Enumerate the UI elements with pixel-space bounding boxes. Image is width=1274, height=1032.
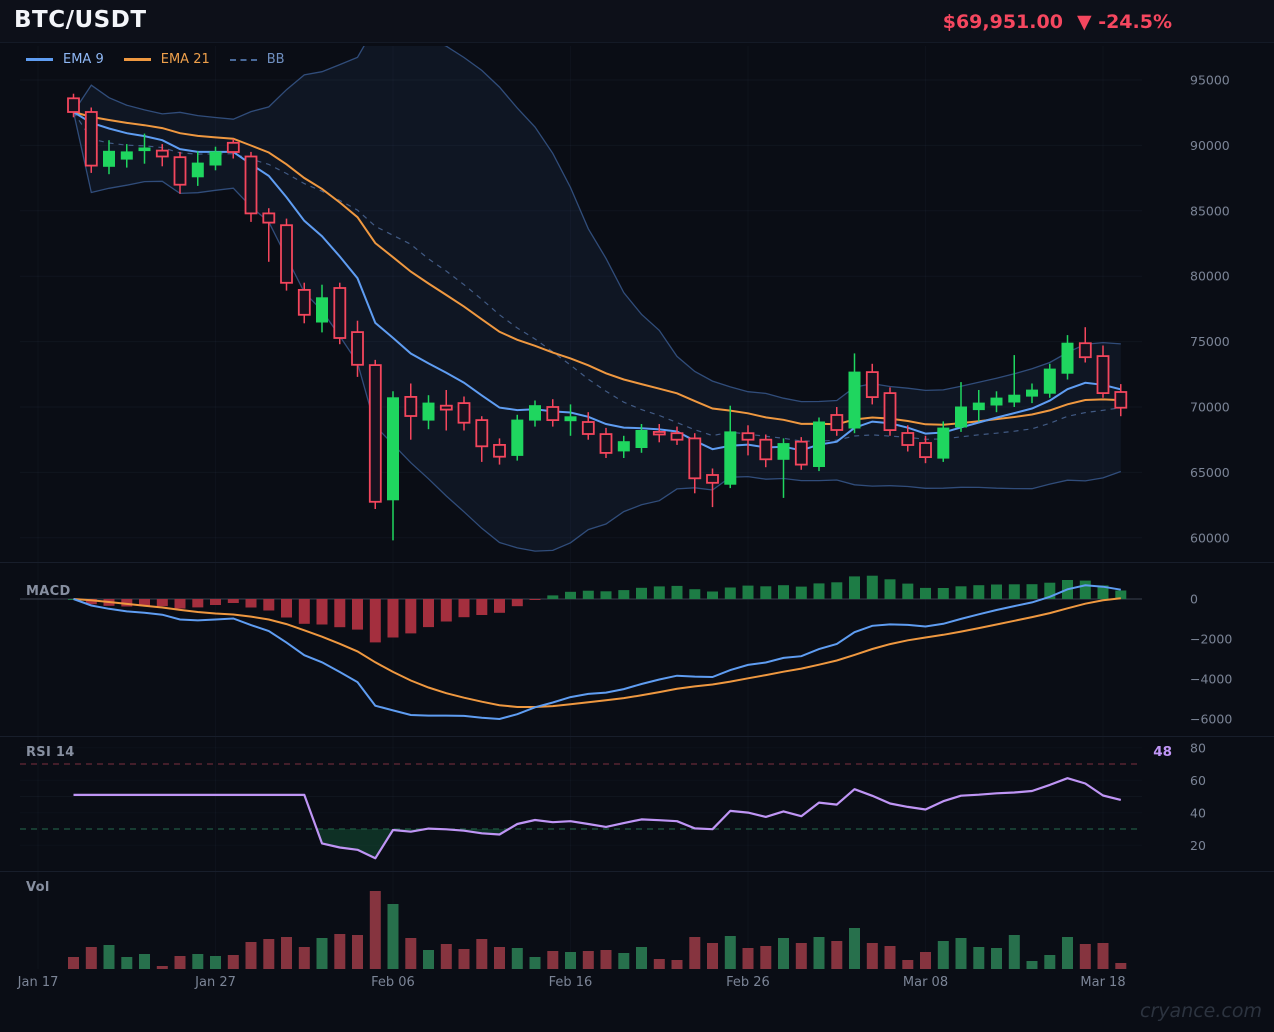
svg-text:Mar 08: Mar 08 <box>903 975 948 990</box>
svg-text:60: 60 <box>1190 773 1206 788</box>
svg-text:80: 80 <box>1190 740 1206 755</box>
svg-text:90000: 90000 <box>1190 138 1230 153</box>
svg-text:20: 20 <box>1190 838 1206 853</box>
macd-line <box>73 584 1121 721</box>
svg-text:95000: 95000 <box>1190 73 1230 88</box>
macd-histogram <box>68 575 1127 643</box>
rsi-panel <box>20 747 1142 860</box>
macd-signal-line <box>73 597 1121 708</box>
rsi-oversold-fill <box>73 829 1121 859</box>
svg-text:Jan 17: Jan 17 <box>17 975 59 990</box>
panel-separators <box>0 562 1274 872</box>
chart-canvas[interactable]: 95000 90000 85000 80000 75000 70000 65000 60000… <box>0 0 1274 1032</box>
svg-text:−4000: −4000 <box>1190 672 1232 687</box>
svg-text:−6000: −6000 <box>1190 712 1232 727</box>
rsi-axis: 80 60 40 20 <box>1190 740 1206 853</box>
date-axis: Jan 17 Jan 27 Feb 06 Feb 16 Feb 26 Mar 08 Mar … <box>17 975 1126 990</box>
svg-text:Feb 26: Feb 26 <box>726 975 770 990</box>
svg-text:75000: 75000 <box>1190 334 1230 349</box>
svg-text:0: 0 <box>1190 592 1198 607</box>
watermark: cryance.com <box>1140 1000 1262 1022</box>
trading-chart-app: BTC/USDT $69,951.00 ▼ -24.5% EMA 9 EMA 2… <box>0 0 1274 1032</box>
rsi-line <box>73 777 1122 860</box>
volume-bars <box>68 891 1127 969</box>
svg-text:80000: 80000 <box>1190 269 1230 284</box>
svg-text:65000: 65000 <box>1190 465 1230 480</box>
svg-text:Feb 16: Feb 16 <box>549 975 593 990</box>
price-axis: 95000 90000 85000 80000 75000 70000 65000 60000 <box>1190 73 1230 546</box>
svg-text:70000: 70000 <box>1190 400 1230 415</box>
svg-text:Mar 18: Mar 18 <box>1080 975 1125 990</box>
macd-panel <box>20 575 1142 721</box>
svg-text:60000: 60000 <box>1190 530 1230 545</box>
volume-panel <box>68 891 1127 969</box>
macd-axis: 0 −2000 −4000 −6000 <box>1190 592 1232 727</box>
svg-text:Jan 27: Jan 27 <box>194 975 236 990</box>
svg-text:−2000: −2000 <box>1190 632 1232 647</box>
svg-text:85000: 85000 <box>1190 203 1230 218</box>
svg-text:Feb 06: Feb 06 <box>371 975 415 990</box>
svg-text:40: 40 <box>1190 805 1206 820</box>
